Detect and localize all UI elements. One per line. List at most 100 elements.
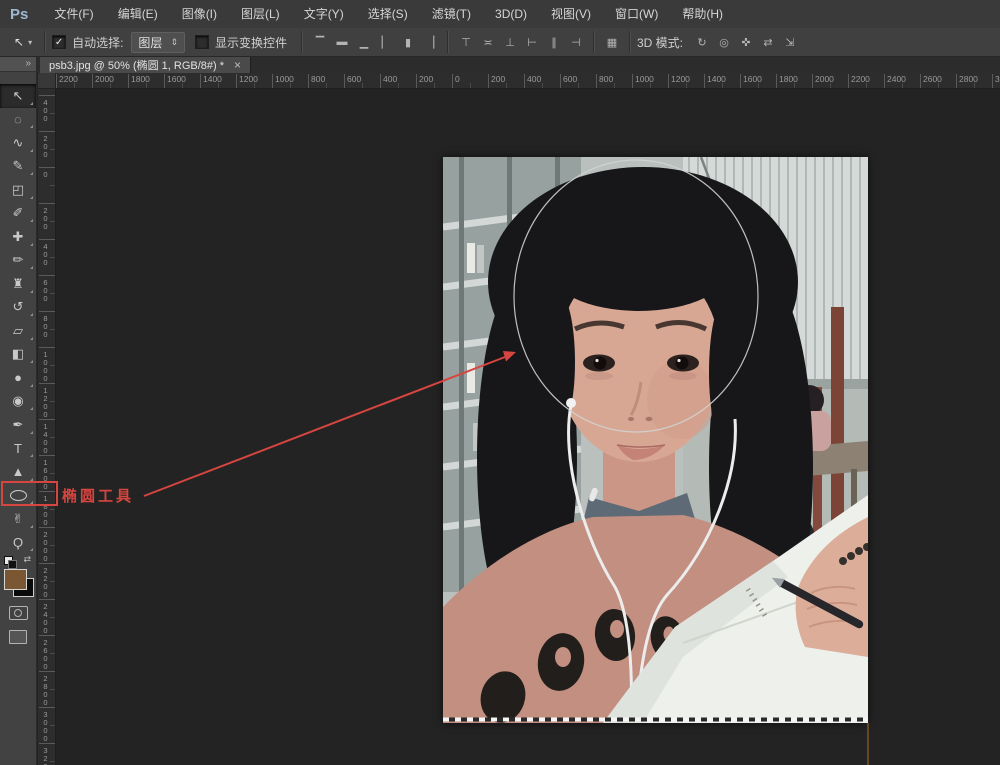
- h-ruler-tick: [956, 74, 957, 88]
- align-bottom-edges-icon[interactable]: ▁: [353, 36, 375, 49]
- show-transform-checkbox[interactable]: [195, 35, 209, 49]
- photo-artwork: [443, 157, 868, 723]
- healing-brush-tool-icon: ✚: [13, 229, 24, 245]
- v-ruler-label: 1200: [41, 386, 50, 418]
- v-ruler-minor-tick: [50, 689, 55, 690]
- menu-item-layer[interactable]: 图层(L): [229, 0, 292, 28]
- v-ruler-label: 0: [41, 170, 50, 178]
- menu-item-3d[interactable]: 3D(D): [483, 0, 539, 28]
- eyedropper-tool[interactable]: ✐: [0, 202, 36, 226]
- h-ruler-tick: [488, 74, 489, 88]
- align-horizontal-centers-icon[interactable]: ▮: [397, 36, 419, 49]
- pen-tool[interactable]: ✒: [0, 413, 36, 437]
- document-tab-bar: psb3.jpg @ 50% (椭圆 1, RGB/8#) * ×: [36, 57, 1000, 74]
- tool-preset-picker[interactable]: ↖ ▾: [8, 33, 38, 51]
- menu-item-help[interactable]: 帮助(H): [670, 0, 735, 28]
- tab-close-icon[interactable]: ×: [234, 60, 241, 70]
- 3d-rotate-icon[interactable]: ↻: [691, 36, 713, 49]
- blur-tool[interactable]: ●: [0, 366, 36, 390]
- ruler-corner[interactable]: [38, 73, 56, 89]
- distribute-left-edges-icon[interactable]: ⊢: [521, 36, 543, 49]
- canvas-area[interactable]: [55, 88, 1000, 765]
- toolbar-collapse-button[interactable]: »: [0, 57, 36, 72]
- h-ruler-tick: [380, 74, 381, 88]
- menu-item-image[interactable]: 图像(I): [170, 0, 229, 28]
- zoom-tool[interactable]: Ϙ: [0, 531, 36, 555]
- screen-mode-button[interactable]: [0, 626, 36, 648]
- v-ruler-tick: [39, 167, 55, 168]
- menu-item-view[interactable]: 视图(V): [539, 0, 603, 28]
- h-ruler-label: 200: [419, 74, 433, 84]
- menu-item-file[interactable]: 文件(F): [42, 0, 105, 28]
- dodge-tool[interactable]: ◉: [0, 390, 36, 414]
- 3d-pan-icon[interactable]: ✜: [735, 36, 757, 49]
- distribute-top-edges-icon[interactable]: ⊤: [455, 36, 477, 49]
- 3d-scale-icon[interactable]: ⇲: [779, 36, 801, 49]
- elliptical-marquee-tool[interactable]: ◌: [0, 108, 36, 132]
- quick-selection-tool[interactable]: ✎: [0, 155, 36, 179]
- h-ruler-label: 400: [383, 74, 397, 84]
- v-ruler-label: 2200: [41, 566, 50, 598]
- crop-tool[interactable]: ◰: [0, 178, 36, 202]
- quick-mask-button[interactable]: [0, 602, 36, 624]
- distribute-bottom-edges-icon[interactable]: ⊥: [499, 36, 521, 49]
- v-ruler-label: 200: [41, 134, 50, 158]
- menu-item-filter[interactable]: 滤镜(T): [420, 0, 483, 28]
- 3d-roll-icon[interactable]: ◎: [713, 36, 735, 49]
- align-vertical-centers-icon[interactable]: ▬: [331, 36, 353, 48]
- ellipse-tool[interactable]: [0, 484, 36, 508]
- h-ruler-tick: [848, 74, 849, 88]
- foreground-color-swatch[interactable]: [4, 569, 27, 590]
- swap-colors-icon[interactable]: ⇄: [23, 554, 31, 565]
- horizontal-ruler[interactable]: 2200200018001600140012001000800600400200…: [38, 73, 1000, 89]
- menu-item-edit[interactable]: 编辑(E): [106, 0, 170, 28]
- v-ruler-minor-tick: [50, 293, 55, 294]
- 3d-slide-icon[interactable]: ⇄: [757, 36, 779, 49]
- menu-item-window[interactable]: 窗口(W): [603, 0, 670, 28]
- lasso-tool[interactable]: ∿: [0, 131, 36, 155]
- healing-brush-tool[interactable]: ✚: [0, 225, 36, 249]
- auto-select-target-value: 图层: [138, 34, 162, 51]
- history-brush-tool[interactable]: ↺: [0, 296, 36, 320]
- menu-item-select[interactable]: 选择(S): [356, 0, 420, 28]
- auto-select-checkbox[interactable]: ✓: [52, 35, 66, 49]
- auto-select-target-dropdown[interactable]: 图层 ⇕: [131, 32, 185, 53]
- distribute-right-edges-icon[interactable]: ⊣: [565, 36, 587, 49]
- blur-tool-icon: ●: [14, 370, 22, 385]
- document-image[interactable]: [443, 157, 868, 723]
- vertical-ruler[interactable]: 4002000200400600800100012001400160018002…: [38, 88, 56, 765]
- h-ruler-tick: [164, 74, 165, 88]
- v-ruler-label: 2800: [41, 674, 50, 706]
- auto-align-layers-icon[interactable]: ▦: [601, 36, 623, 49]
- h-ruler-label: 600: [563, 74, 577, 84]
- move-tool-icon: ↖: [14, 35, 24, 49]
- default-colors-icon[interactable]: [4, 556, 13, 565]
- menu-item-type[interactable]: 文字(Y): [292, 0, 356, 28]
- clone-stamp-tool[interactable]: ♜: [0, 272, 36, 296]
- align-top-edges-icon[interactable]: ▔: [309, 36, 331, 49]
- eraser-tool[interactable]: ▱: [0, 319, 36, 343]
- hand-tool[interactable]: ✌: [0, 507, 36, 531]
- gradient-tool[interactable]: ◧: [0, 343, 36, 367]
- align-right-edges-icon[interactable]: ▕: [419, 36, 441, 49]
- gradient-tool-icon: ◧: [12, 346, 24, 362]
- path-selection-tool[interactable]: ▲: [0, 460, 36, 484]
- h-ruler-minor-tick: [326, 83, 327, 88]
- v-ruler-minor-tick: [50, 653, 55, 654]
- h-ruler-label: 2000: [95, 74, 114, 84]
- brush-tool[interactable]: ✏: [0, 249, 36, 273]
- v-ruler-tick: [39, 743, 55, 744]
- canvas-edge-line: [867, 723, 869, 765]
- distribute-vertical-centers-icon[interactable]: ≍: [477, 36, 499, 49]
- h-ruler-tick: [776, 74, 777, 88]
- align-left-edges-icon[interactable]: ▏: [375, 36, 397, 49]
- distribute-horizontal-centers-icon[interactable]: ∥: [543, 36, 565, 49]
- quick-mask-icon: [9, 606, 28, 620]
- v-ruler-minor-tick: [50, 257, 55, 258]
- type-tool[interactable]: T: [0, 437, 36, 461]
- v-ruler-minor-tick: [50, 761, 55, 762]
- document-tab[interactable]: psb3.jpg @ 50% (椭圆 1, RGB/8#) * ×: [40, 57, 251, 73]
- move-tool[interactable]: ↖: [0, 84, 36, 108]
- h-ruler-tick: [560, 74, 561, 88]
- h-ruler-minor-tick: [542, 83, 543, 88]
